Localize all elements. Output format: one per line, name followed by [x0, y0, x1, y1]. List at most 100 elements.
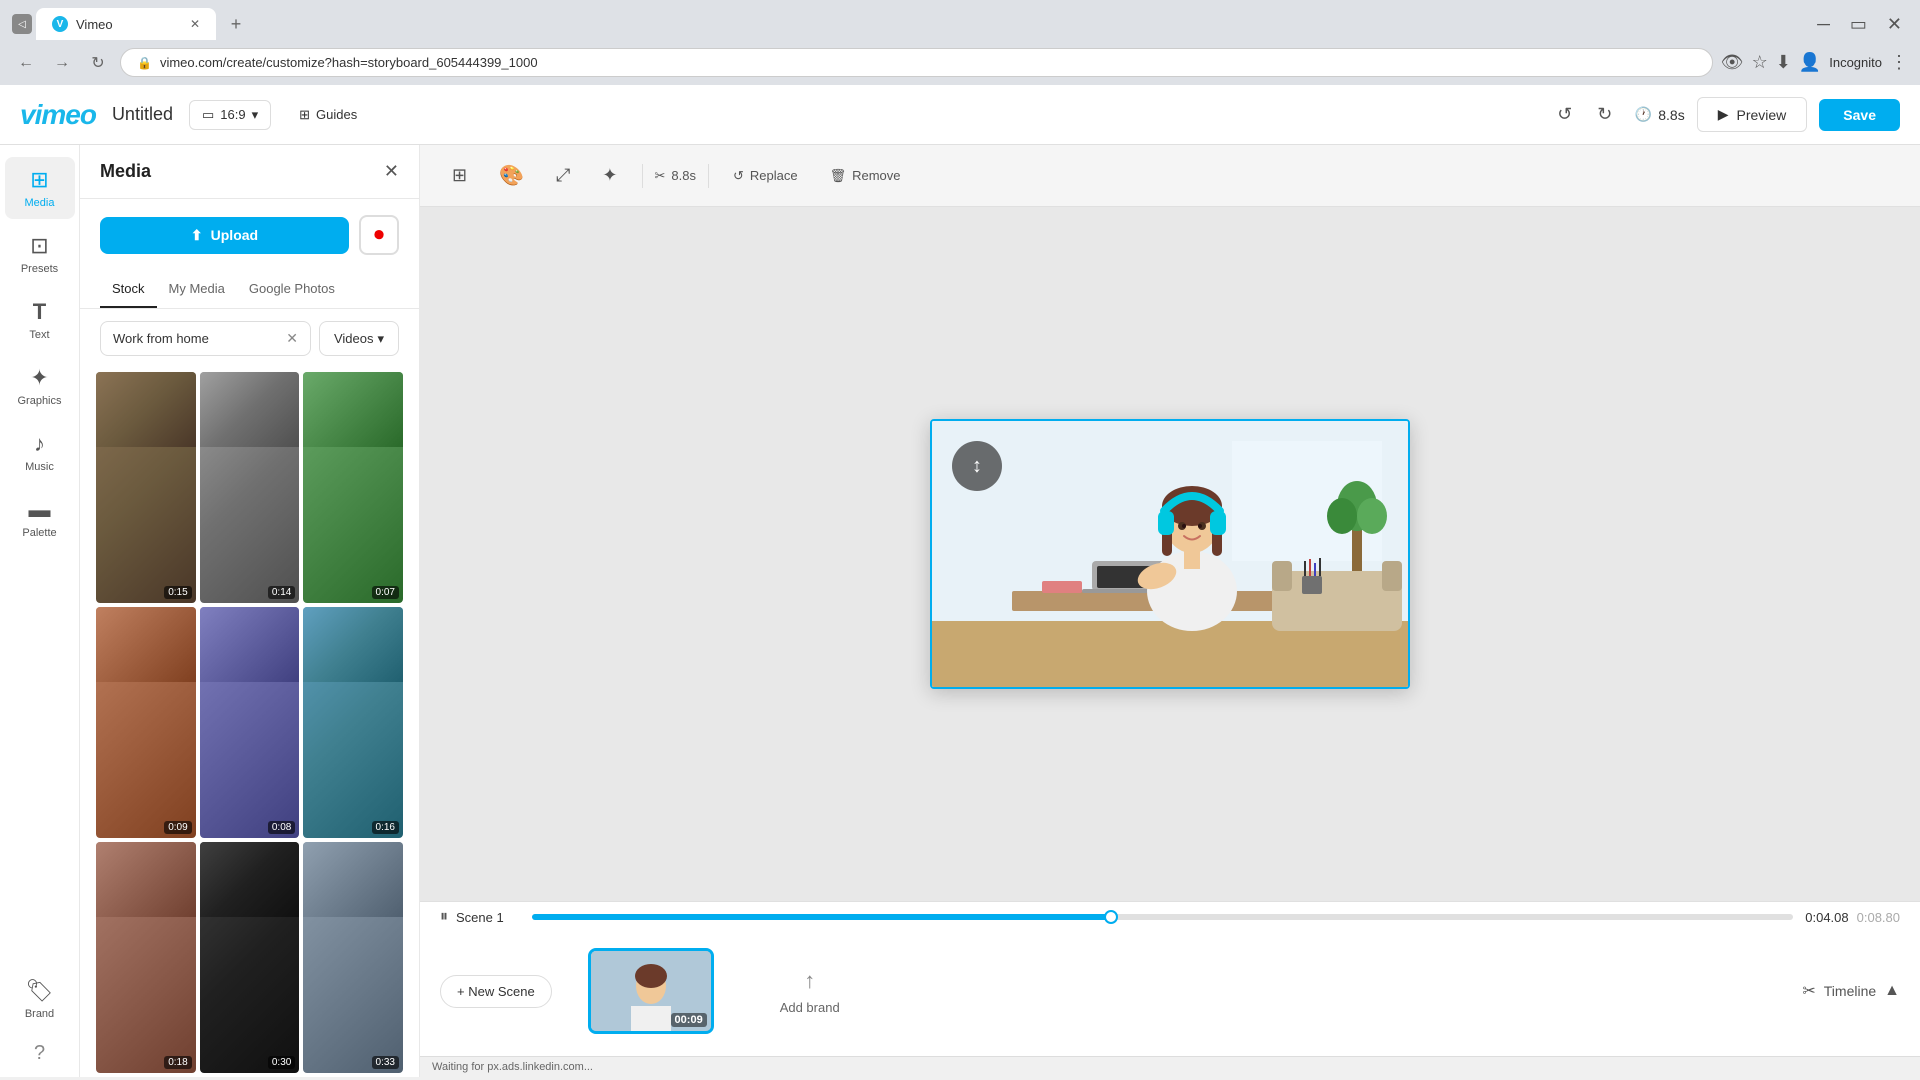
back-button[interactable]: ←	[12, 49, 40, 77]
media-thumbnail[interactable]: 0:09	[96, 607, 196, 838]
minimize-button[interactable]: ─	[1811, 14, 1836, 35]
maximize-button[interactable]: ▭	[1844, 14, 1873, 35]
add-brand-icon: ↑	[804, 968, 815, 994]
reload-button[interactable]: ↻	[84, 49, 112, 77]
expand-tool-button[interactable]: ⤢	[544, 159, 582, 192]
effects-icon: ✦	[602, 165, 617, 186]
project-title[interactable]: Untitled	[112, 104, 173, 125]
brand-icon: 🏷	[26, 978, 54, 1004]
new-tab-button[interactable]: +	[220, 8, 252, 40]
profile-icon[interactable]: 👤	[1799, 52, 1821, 73]
graphics-label: Graphics	[17, 395, 61, 407]
replace-overlay-icon: ↕	[972, 455, 982, 478]
redo-button[interactable]: ↻	[1587, 97, 1623, 133]
media-thumbnail[interactable]: 0:08	[200, 607, 300, 838]
guides-button[interactable]: ⊞ Guides	[287, 101, 369, 129]
grid-icon: ⊞	[452, 165, 467, 186]
new-scene-label: + New Scene	[457, 984, 535, 999]
sidebar: ⊞ Media ⊡ Presets T Text ✦ Graphics ♪ Mu…	[0, 145, 80, 1077]
scene-name-label: Scene 1	[456, 910, 504, 925]
progress-handle[interactable]	[1104, 910, 1118, 924]
sidebar-item-text[interactable]: T Text	[5, 289, 75, 351]
eye-slash-icon: 👁	[1721, 52, 1744, 73]
presets-label: Presets	[21, 263, 58, 275]
tab-google-photos[interactable]: Google Photos	[237, 271, 347, 308]
bookmark-icon[interactable]: ☆	[1752, 52, 1768, 73]
pause-button[interactable]: ⏸	[440, 908, 448, 926]
timeline-collapse-icon[interactable]: ▲	[1884, 982, 1900, 1000]
download-icon[interactable]: ⬇	[1776, 52, 1791, 73]
canvas-frame[interactable]: ↕	[930, 419, 1410, 689]
thumbnail-duration: 0:07	[372, 586, 399, 599]
menu-icon[interactable]: ⋮	[1890, 52, 1908, 73]
tab-favicon: V	[52, 16, 68, 32]
media-label: Media	[25, 197, 55, 209]
replace-overlay-button[interactable]: ↕	[952, 441, 1002, 491]
media-thumbnail[interactable]: 0:16	[303, 607, 403, 838]
media-thumbnail[interactable]: 0:30	[200, 842, 300, 1073]
tab-close-button[interactable]: ✕	[190, 17, 200, 31]
sidebar-item-graphics[interactable]: ✦ Graphics	[5, 355, 75, 417]
canvas-toolbar: ⊞ 🎨 ⤢ ✦ ✂ 8.8s	[420, 145, 1920, 207]
aspect-ratio-chevron: ▾	[252, 107, 259, 123]
color-tool-button[interactable]: 🎨	[487, 157, 536, 194]
search-value: Work from home	[113, 331, 286, 346]
expand-icon: ⤢	[556, 165, 570, 186]
status-text: Waiting for px.ads.linkedin.com...	[432, 1061, 593, 1073]
search-clear-button[interactable]: ✕	[286, 330, 298, 347]
canvas-viewport: ↕	[420, 207, 1920, 901]
replace-button[interactable]: ↺ Replace	[721, 162, 810, 190]
save-button[interactable]: Save	[1819, 99, 1900, 131]
tab-my-media[interactable]: My Media	[157, 271, 237, 308]
scene-card-1[interactable]: 00:09	[588, 948, 714, 1034]
help-icon-item[interactable]: ?	[34, 1042, 45, 1065]
filter-dropdown[interactable]: Videos ▾	[319, 321, 399, 356]
sidebar-item-media[interactable]: ⊞ Media	[5, 157, 75, 219]
browser-tab[interactable]: V Vimeo ✕	[36, 8, 216, 40]
aspect-ratio-selector[interactable]: ▭ 16:9 ▾	[189, 100, 271, 130]
sidebar-item-brand[interactable]: 🏷 Brand	[5, 968, 75, 1030]
canvas-area: ⊞ 🎨 ⤢ ✦ ✂ 8.8s	[420, 145, 1920, 901]
scene-progress: ⏸ Scene 1 0:04.08 0:08.80	[420, 902, 1920, 936]
sidebar-item-presets[interactable]: ⊡ Presets	[5, 223, 75, 285]
grid-tool-button[interactable]: ⊞	[440, 159, 479, 192]
media-thumbnail[interactable]: 0:15	[96, 372, 196, 603]
filter-label: Videos	[334, 331, 374, 346]
new-scene-button[interactable]: + New Scene	[440, 975, 552, 1008]
media-grid: 0:15 0:14 0:07 0:09 0:08	[80, 368, 419, 1077]
timeline-label: Timeline	[1824, 983, 1876, 999]
media-thumbnail[interactable]: 0:18	[96, 842, 196, 1073]
time-current: 0:04.08	[1805, 910, 1848, 925]
music-icon: ♪	[34, 431, 45, 457]
thumbnail-duration: 0:18	[164, 1056, 191, 1069]
sidebar-item-music[interactable]: ♪ Music	[5, 421, 75, 483]
preview-button[interactable]: ▶ Preview	[1697, 97, 1808, 132]
tab-title: Vimeo	[76, 17, 113, 32]
media-thumbnail[interactable]: 0:14	[200, 372, 300, 603]
record-button[interactable]: ⏺	[359, 215, 399, 255]
remove-icon: 🗑	[830, 168, 847, 184]
add-brand-button[interactable]: ↑ Add brand	[750, 948, 870, 1035]
address-bar[interactable]: 🔒 vimeo.com/create/customize?hash=storyb…	[120, 48, 1713, 77]
media-panel-close-button[interactable]: ✕	[384, 161, 399, 182]
color-wheel-icon: 🎨	[499, 163, 524, 188]
tab-stock[interactable]: Stock	[100, 271, 157, 308]
timeline-control[interactable]: ✂ Timeline ▲	[1802, 981, 1900, 1001]
progress-bar[interactable]	[532, 914, 1793, 920]
media-thumbnail[interactable]: 0:33	[303, 842, 403, 1073]
forward-button[interactable]: →	[48, 49, 76, 77]
remove-button[interactable]: 🗑 Remove	[818, 162, 913, 190]
effects-tool-button[interactable]: ✦	[590, 159, 629, 192]
upload-button[interactable]: ⬆ Upload	[100, 217, 349, 254]
thumbnail-duration: 0:14	[268, 586, 295, 599]
time-display: 0:04.08 0:08.80	[1805, 910, 1900, 925]
undo-button[interactable]: ↺	[1547, 97, 1583, 133]
vimeo-logo: vimeo	[20, 99, 96, 131]
thumbnail-duration: 0:16	[372, 821, 399, 834]
sidebar-item-palette[interactable]: ▬ Palette	[5, 487, 75, 549]
close-window-button[interactable]: ✕	[1881, 14, 1908, 35]
search-input[interactable]: Work from home ✕	[100, 321, 311, 356]
media-thumbnail[interactable]: 0:07	[303, 372, 403, 603]
app-header: vimeo Untitled ▭ 16:9 ▾ ⊞ Guides ↺ ↻ 🕐 8…	[0, 85, 1920, 145]
thumbnail-duration: 0:08	[268, 821, 295, 834]
